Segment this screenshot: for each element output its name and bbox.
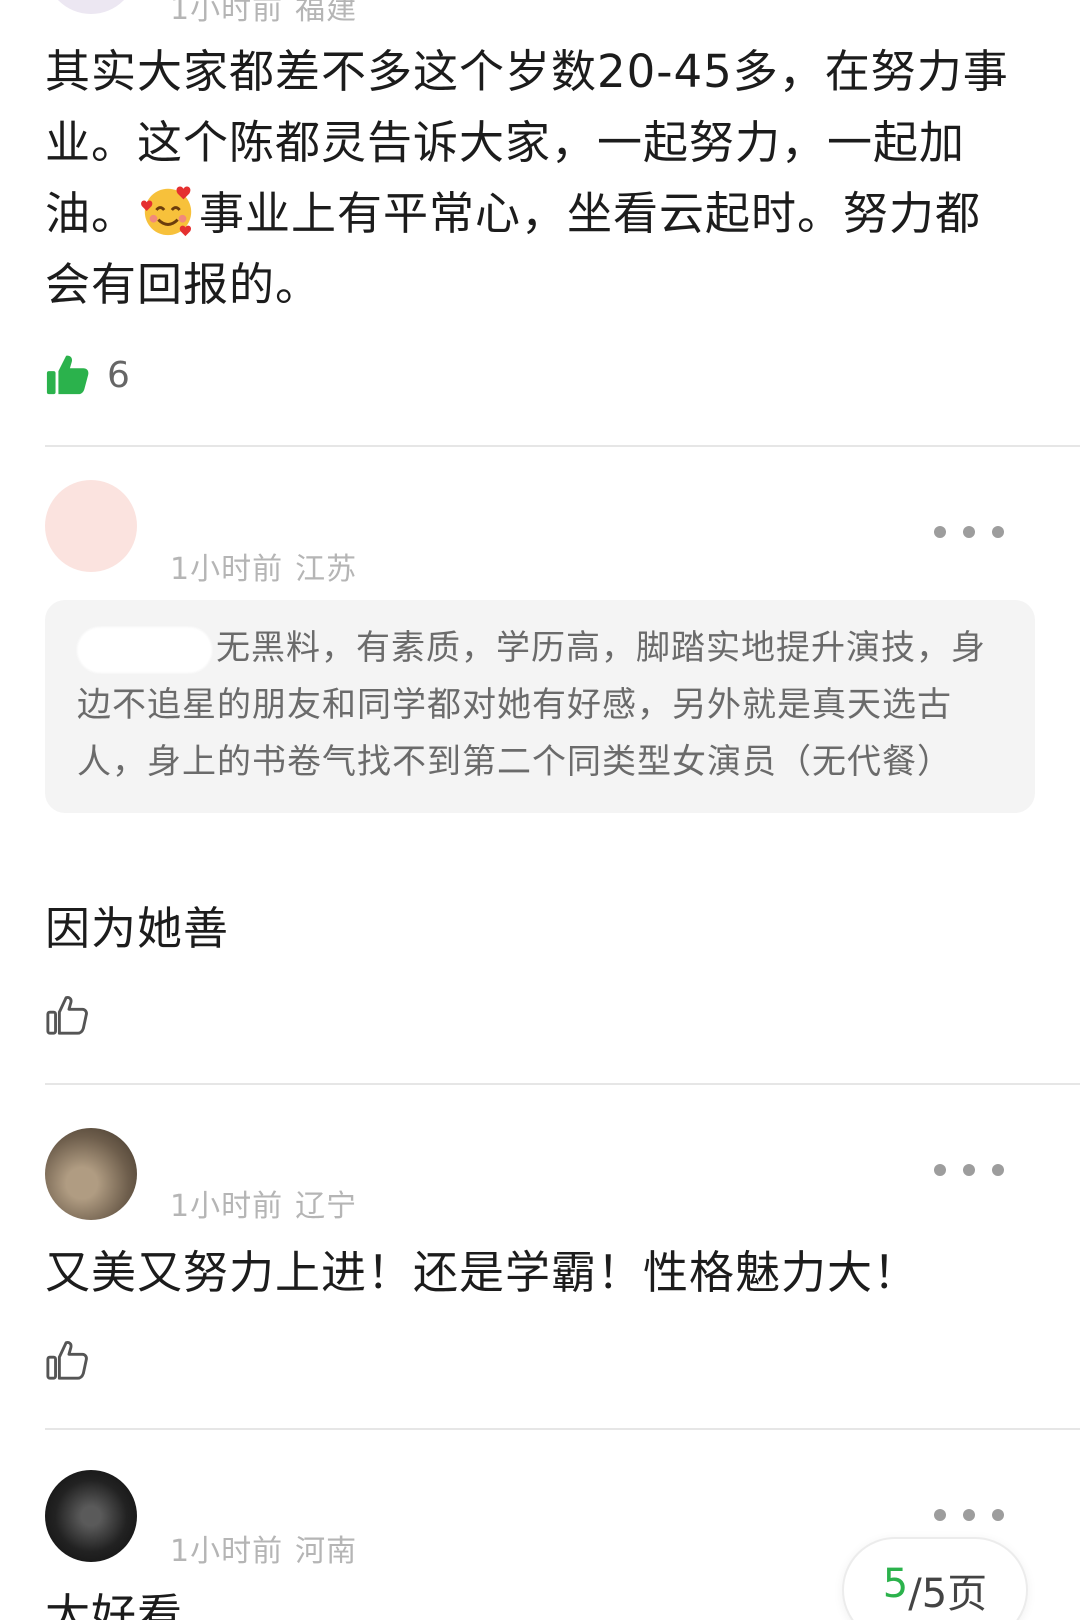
total-pages: /5页 [908,1571,988,1617]
more-dots-icon [992,526,1004,538]
divider [45,1428,1080,1430]
thumbs-up-icon [46,355,89,395]
more-dots-icon [963,1509,975,1521]
redacted-username [77,626,212,673]
comment-region: 福建 [295,0,358,27]
comment-meta: 1小时前 福建 [170,0,357,28]
thumbs-up-icon [46,996,88,1035]
quoted-text: 无黑料，有素质，学历高，脚踏实地提升演技，身边不追星的朋友和同学都对她有好感，另… [77,628,986,782]
comment-time: 1小时前 [170,0,284,27]
comment-time: 1小时前 [170,1534,284,1569]
like-button[interactable] [45,990,91,1040]
more-button[interactable] [934,1505,1004,1525]
more-dots-icon [963,526,975,538]
more-dots-icon [992,1509,1004,1521]
quoted-comment[interactable]: 无黑料，有素质，学历高，脚踏实地提升演技，身边不追星的朋友和同学都对她有好感，另… [45,600,1035,813]
smiling-face-with-hearts-emoji [141,186,192,237]
more-button[interactable] [934,1160,1004,1180]
more-dots-icon [992,1164,1004,1176]
like-button[interactable]: 6 [45,350,130,400]
thumbs-up-icon [46,1341,88,1380]
like-count: 6 [107,354,130,396]
page-indicator[interactable]: 5/5页 [842,1537,1028,1620]
comment-time: 1小时前 [170,552,284,587]
comment-region: 辽宁 [295,1189,358,1224]
more-dots-icon [934,1164,946,1176]
comment-feed: 1小时前 福建 其实大家都差不多这个岁数20-45多，在努力事业。这个陈都灵告诉大… [0,0,1080,1620]
avatar[interactable] [45,1128,137,1220]
more-dots-icon [934,526,946,538]
comment-region: 河南 [295,1534,358,1569]
comment-meta: 1小时前 辽宁 [170,1181,357,1225]
comment-meta: 1小时前 河南 [170,1526,357,1570]
avatar[interactable] [45,1470,137,1562]
divider [45,445,1080,447]
like-button[interactable] [45,1335,91,1385]
more-dots-icon [963,1164,975,1176]
avatar[interactable] [45,480,137,572]
more-button[interactable] [934,522,1004,542]
divider [45,1083,1080,1085]
current-page: 5 [882,1561,909,1607]
comment-region: 江苏 [295,552,358,587]
comment-text: 因为她善 [45,902,230,955]
comment-meta: 1小时前 江苏 [170,544,357,588]
comment-text: 其实大家都差不多这个岁数20-45多，在努力事业。这个陈都灵告诉大家，一起努力，… [45,36,1010,320]
comment-text: 又美又努力上进！还是学霸！性格魅力大！ [45,1246,920,1299]
comment-time: 1小时前 [170,1189,284,1224]
avatar[interactable] [45,0,137,14]
more-dots-icon [934,1509,946,1521]
